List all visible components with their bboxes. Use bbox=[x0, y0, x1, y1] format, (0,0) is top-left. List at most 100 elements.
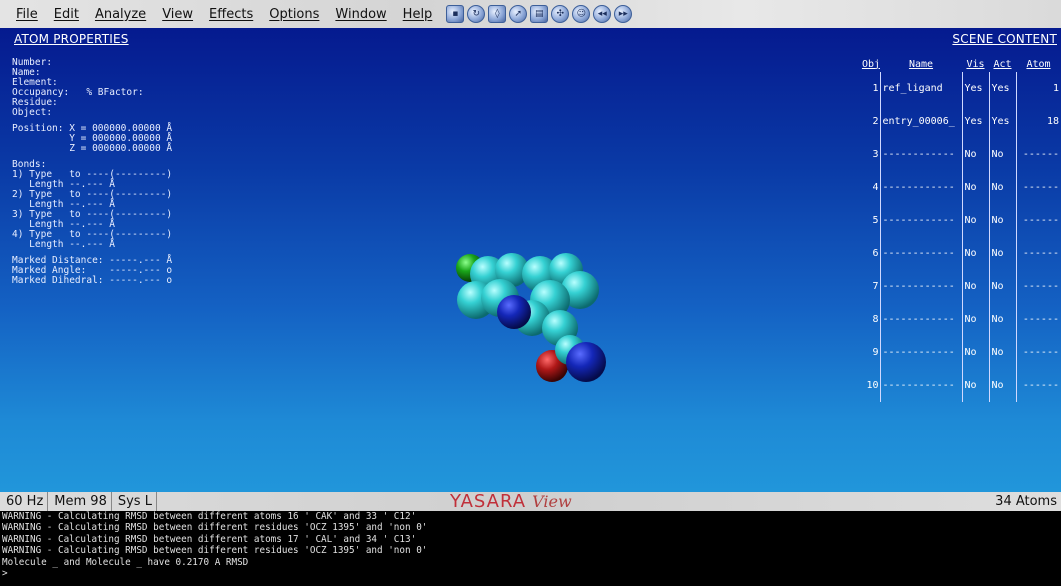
object-visible[interactable]: No bbox=[961, 270, 989, 303]
menu-analyze[interactable]: Analyze bbox=[87, 7, 154, 22]
nitrogen-atom[interactable] bbox=[497, 295, 531, 329]
object-active[interactable]: No bbox=[988, 336, 1016, 369]
object-visible[interactable]: No bbox=[961, 204, 989, 237]
logo-sub-text: View bbox=[532, 492, 572, 511]
object-number: 6 bbox=[872, 248, 879, 259]
object-visible[interactable]: No bbox=[961, 369, 989, 402]
play-icon[interactable]: ▸▸ bbox=[614, 5, 633, 23]
refresh-icon[interactable]: ↻ bbox=[467, 5, 486, 23]
object-atom-count: 18 bbox=[1015, 105, 1061, 138]
object-visible[interactable]: No bbox=[961, 171, 989, 204]
table-row[interactable]: 1 ref_ligand Yes Yes 1 bbox=[856, 72, 1061, 105]
table-row[interactable]: 2 entry_00006_ Yes Yes 18 bbox=[856, 105, 1061, 138]
object-number: 10 bbox=[866, 380, 879, 391]
object-visible[interactable]: Yes bbox=[961, 72, 989, 105]
atom-count: 34 Atoms bbox=[995, 494, 1057, 509]
menu-file[interactable]: File bbox=[8, 7, 46, 22]
table-row[interactable]: 4 ------------ No No ------ bbox=[856, 171, 1061, 204]
table-row[interactable]: 9 ------------ No No ------ bbox=[856, 336, 1061, 369]
face-icon[interactable]: ☺ bbox=[572, 5, 591, 23]
console-line: WARNING - Calculating RMSD between diffe… bbox=[2, 533, 417, 545]
table-header-row: Obj Name Vis Act Atom bbox=[856, 56, 1061, 72]
object-active[interactable]: No bbox=[988, 204, 1016, 237]
atom-property-line: Object: bbox=[12, 107, 53, 118]
object-name: ------------ bbox=[879, 204, 962, 237]
object-active[interactable]: No bbox=[988, 303, 1016, 336]
object-active[interactable]: No bbox=[988, 270, 1016, 303]
yasara-logo: YASARA View bbox=[450, 491, 572, 512]
object-atom-count: ------ bbox=[1015, 336, 1061, 369]
console-line: WARNING - Calculating RMSD between diffe… bbox=[2, 545, 428, 557]
refresh-rate: 60 Hz bbox=[0, 492, 49, 511]
object-atom-count: ------ bbox=[1015, 237, 1061, 270]
console-line: Molecule _ and Molecule _ have 0.2170 A … bbox=[2, 556, 249, 568]
object-number: 3 bbox=[872, 149, 879, 160]
molecule-model[interactable] bbox=[440, 238, 620, 398]
toolbar: ▪ ↻ ◊ ➚ ▤ ✣ ☺ ◂◂ ▸▸ bbox=[446, 5, 633, 23]
object-atom-count: ------ bbox=[1015, 270, 1061, 303]
object-visible[interactable]: No bbox=[961, 336, 989, 369]
menu-edit[interactable]: Edit bbox=[46, 7, 87, 22]
atom-property-line: Length --.--- Å bbox=[12, 239, 115, 250]
object-active[interactable]: No bbox=[988, 369, 1016, 402]
menu-view[interactable]: View bbox=[154, 7, 201, 22]
settings-icon[interactable]: ✣ bbox=[551, 5, 570, 23]
console-line: WARNING - Calculating RMSD between diffe… bbox=[2, 511, 417, 522]
object-number: 5 bbox=[872, 215, 879, 226]
clipboard-icon[interactable]: ▤ bbox=[530, 5, 549, 23]
object-number: 9 bbox=[872, 347, 879, 358]
console-prompt: > bbox=[2, 568, 8, 580]
table-row[interactable]: 8 ------------ No No ------ bbox=[856, 303, 1061, 336]
header-name: Name bbox=[908, 58, 934, 70]
table-row[interactable]: 3 ------------ No No ------ bbox=[856, 138, 1061, 171]
object-name: entry_00006_ bbox=[879, 105, 962, 138]
table-row[interactable]: 7 ------------ No No ------ bbox=[856, 270, 1061, 303]
object-atom-count: 1 bbox=[1015, 72, 1061, 105]
header-act: Act bbox=[993, 58, 1012, 70]
object-active[interactable]: Yes bbox=[988, 72, 1016, 105]
object-name: ref_ligand bbox=[879, 72, 962, 105]
object-name: ------------ bbox=[879, 336, 962, 369]
object-visible[interactable]: No bbox=[961, 138, 989, 171]
molecule-viewport[interactable]: ATOM PROPERTIES Number: Name: Element: Occu… bbox=[0, 28, 1061, 492]
header-vis: Vis bbox=[966, 58, 985, 70]
console-output[interactable]: WARNING - Calculating RMSD between diffe… bbox=[0, 511, 1061, 586]
nitrogen-atom[interactable] bbox=[566, 342, 606, 382]
scene-content-title: SCENE CONTENT bbox=[952, 32, 1057, 46]
menu-bar: File Edit Analyze View Effects Options W… bbox=[0, 0, 1061, 28]
object-active[interactable]: No bbox=[988, 138, 1016, 171]
object-name: ------------ bbox=[879, 270, 962, 303]
logo-main-text: YASARA bbox=[450, 491, 527, 512]
menu-window[interactable]: Window bbox=[327, 7, 394, 22]
object-active[interactable]: No bbox=[988, 237, 1016, 270]
table-row[interactable]: 5 ------------ No No ------ bbox=[856, 204, 1061, 237]
object-name: ------------ bbox=[879, 303, 962, 336]
atom-properties-panel: Number: Name: Element: Occupancy: % BFactor… bbox=[12, 58, 312, 286]
object-atom-count: ------ bbox=[1015, 171, 1061, 204]
atom-property-line: Number: bbox=[12, 57, 53, 68]
atom-properties-title: ATOM PROPERTIES bbox=[14, 32, 129, 46]
console-line: WARNING - Calculating RMSD between diffe… bbox=[2, 522, 428, 534]
object-number: 8 bbox=[872, 314, 879, 325]
object-visible[interactable]: Yes bbox=[961, 105, 989, 138]
menu-options[interactable]: Options bbox=[261, 7, 327, 22]
cursor-icon[interactable]: ➚ bbox=[509, 5, 528, 23]
menu-effects[interactable]: Effects bbox=[201, 7, 261, 22]
object-number: 4 bbox=[872, 182, 879, 193]
scene-content-table: Obj Name Vis Act Atom 1 ref_ligand Yes Yes 1… bbox=[856, 56, 1061, 402]
object-active[interactable]: No bbox=[988, 171, 1016, 204]
table-row[interactable]: 6 ------------ No No ------ bbox=[856, 237, 1061, 270]
rotate-icon[interactable]: ◊ bbox=[488, 5, 507, 23]
object-number: 7 bbox=[872, 281, 879, 292]
object-atom-count: ------ bbox=[1015, 138, 1061, 171]
object-active[interactable]: Yes bbox=[988, 105, 1016, 138]
save-icon[interactable]: ▪ bbox=[446, 5, 465, 23]
object-visible[interactable]: No bbox=[961, 303, 989, 336]
menu-help[interactable]: Help bbox=[395, 7, 441, 22]
table-row[interactable]: 10 ------------ No No ------ bbox=[856, 369, 1061, 402]
rewind-icon[interactable]: ◂◂ bbox=[593, 5, 612, 23]
object-name: ------------ bbox=[879, 237, 962, 270]
header-obj: Obj bbox=[861, 58, 880, 70]
object-visible[interactable]: No bbox=[961, 237, 989, 270]
atom-property-line: Z = 000000.00000 Å bbox=[12, 143, 173, 154]
